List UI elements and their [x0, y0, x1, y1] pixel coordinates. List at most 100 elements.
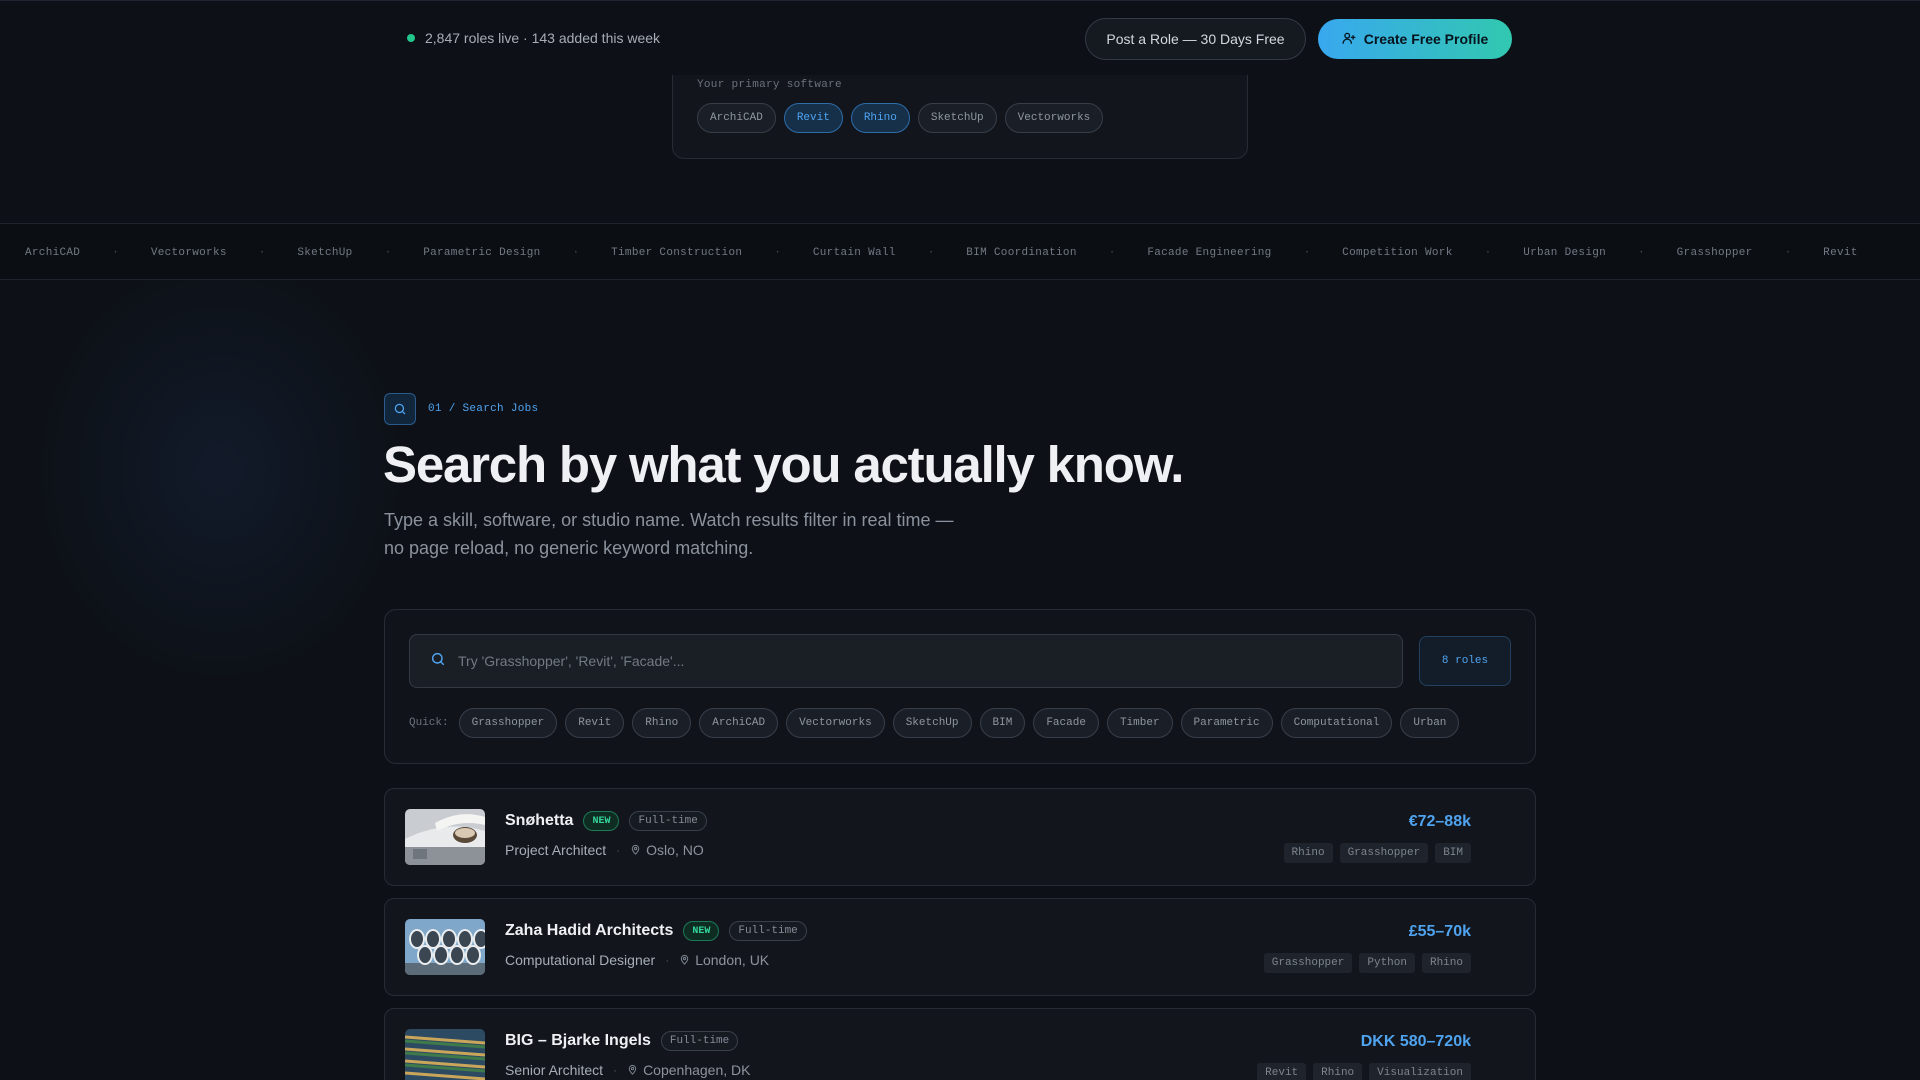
- software-picker-label: Your primary software: [697, 79, 842, 91]
- ticker-separator: ·: [572, 246, 580, 259]
- user-plus-icon: [1342, 31, 1356, 48]
- new-badge: NEW: [583, 811, 620, 831]
- job-location-text: Oslo, NO: [646, 842, 704, 858]
- meta-separator: ·: [616, 843, 621, 857]
- meta-separator: ·: [665, 953, 670, 967]
- ticker-item: Parametric Design: [423, 246, 541, 259]
- job-meta: Project Architect · Oslo, NO: [505, 842, 704, 858]
- ticker-item: Revit: [1823, 246, 1858, 259]
- location-pin-icon: [679, 952, 690, 968]
- ticker-item: BIM Coordination: [966, 246, 1077, 259]
- quick-filter-bim[interactable]: BIM: [979, 708, 1026, 738]
- location-pin-icon: [627, 1062, 638, 1078]
- quick-filters: Quick: Grasshopper Revit Rhino ArchiCAD Vect…: [409, 708, 1460, 738]
- software-chip-revit[interactable]: Revit: [783, 103, 843, 133]
- job-role: Computational Designer: [505, 952, 656, 968]
- job-salary: €72–88k: [1408, 813, 1471, 830]
- page: 2,847 roles live · 143 added this week P…: [0, 0, 1920, 1080]
- quick-filter-grasshopper[interactable]: Grasshopper: [458, 708, 558, 738]
- skill-tag: Rhino: [1421, 953, 1471, 973]
- skill-tag: Revit: [1257, 1063, 1307, 1080]
- results-count-badge: 8 roles: [1419, 636, 1511, 686]
- ticker-separator: ·: [774, 246, 781, 259]
- ticker-item: SketchUp: [297, 246, 353, 259]
- quick-filter-urban[interactable]: Urban: [1400, 708, 1460, 738]
- job-skills: Grasshopper Python Rhino: [1263, 953, 1471, 973]
- job-location-text: Copenhagen, DK: [643, 1062, 751, 1078]
- search-icon: [430, 651, 446, 672]
- studio-thumbnail: [405, 809, 485, 865]
- quick-filters-label: Quick:: [409, 717, 449, 729]
- search-field[interactable]: [409, 634, 1403, 688]
- quick-filter-facade[interactable]: Facade: [1033, 708, 1099, 738]
- job-meta: Computational Designer · London, UK: [505, 952, 769, 968]
- studio-name[interactable]: Snøhetta: [505, 812, 573, 830]
- studio-name[interactable]: Zaha Hadid Architects: [505, 922, 673, 940]
- job-role: Project Architect: [505, 842, 607, 858]
- job-skills: Revit Rhino Visualization: [1257, 1063, 1471, 1080]
- quick-filter-rhino[interactable]: Rhino: [632, 708, 692, 738]
- quick-filter-computational[interactable]: Computational: [1280, 708, 1393, 738]
- quick-filter-parametric[interactable]: Parametric: [1180, 708, 1273, 738]
- post-role-button[interactable]: Post a Role — 30 Days Free: [1085, 18, 1306, 60]
- live-status-text: 2,847 roles live · 143 added this week: [425, 30, 661, 46]
- employment-type-badge: Full-time: [660, 1031, 739, 1051]
- job-skills: Rhino Grasshopper BIM: [1283, 843, 1471, 863]
- studio-thumbnail: [405, 919, 485, 975]
- live-indicator-dot: [407, 34, 415, 42]
- employment-type-badge: Full-time: [629, 811, 707, 831]
- skill-tag: Visualization: [1369, 1063, 1471, 1080]
- ticker-item: Grasshopper: [1676, 246, 1753, 259]
- skill-tag: Python: [1359, 953, 1415, 973]
- job-location: London, UK: [679, 952, 769, 968]
- job-title-row: Snøhetta NEW Full-time: [505, 811, 707, 831]
- quick-filter-revit[interactable]: Revit: [565, 708, 625, 738]
- ticker-separator: ·: [1638, 246, 1645, 259]
- section-eyebrow-text: 01 / Search Jobs: [428, 403, 539, 415]
- ticker-item: Timber Construction: [611, 246, 743, 259]
- job-card[interactable]: Snøhetta NEW Full-time Project Architect · Os…: [384, 788, 1536, 886]
- ticker-separator: ·: [1108, 246, 1116, 259]
- quick-filter-sketchup[interactable]: SketchUp: [892, 708, 972, 738]
- skill-tag: Rhino: [1283, 843, 1333, 863]
- top-bar: 2,847 roles live · 143 added this week P…: [0, 0, 1920, 75]
- job-location: Oslo, NO: [630, 842, 704, 858]
- software-chip-archicad[interactable]: ArchiCAD: [697, 103, 776, 133]
- skill-tag: Grasshopper: [1339, 843, 1429, 863]
- job-location: Copenhagen, DK: [627, 1062, 750, 1078]
- section-eyebrow: 01 / Search Jobs: [384, 393, 538, 425]
- software-options: ArchiCAD Revit Rhino SketchUp Vectorworks: [697, 103, 1104, 133]
- software-picker-panel: Your primary software ArchiCAD Revit Rhino…: [672, 75, 1248, 159]
- subtitle-line-1: Type a skill, software, or studio name. …: [384, 510, 954, 530]
- ticker-track: ArchiCAD · Vectorworks · SketchUp · Parametric…: [25, 224, 1858, 281]
- studio-name[interactable]: BIG – Bjarke Ingels: [505, 1032, 651, 1050]
- ticker-separator: ·: [1484, 246, 1492, 259]
- subtitle-line-2: no page reload, no generic keyword match…: [384, 538, 754, 558]
- job-card[interactable]: BIG – Bjarke Ingels Full-time Senior Archi…: [384, 1008, 1536, 1080]
- software-chip-rhino[interactable]: Rhino: [850, 103, 910, 133]
- ticker-separator: ·: [927, 246, 935, 259]
- job-location-text: London, UK: [695, 952, 770, 968]
- search-input[interactable]: [458, 653, 1358, 669]
- search-icon: [384, 393, 416, 425]
- employment-type-badge: Full-time: [729, 921, 807, 941]
- search-panel: 8 roles Quick: GrasshopperRevitRhinoArch…: [384, 609, 1536, 764]
- studio-thumbnail: [405, 1029, 485, 1080]
- ticker-item: Vectorworks: [150, 246, 227, 259]
- software-chip-sketchup[interactable]: SketchUp: [917, 103, 997, 133]
- ticker-separator: ·: [1303, 246, 1311, 259]
- ticker-item: ArchiCAD: [25, 246, 81, 259]
- create-profile-button[interactable]: Create Free Profile: [1318, 19, 1512, 59]
- software-chip-vectorworks[interactable]: Vectorworks: [1004, 103, 1104, 133]
- quick-filter-archicad[interactable]: ArchiCAD: [699, 708, 779, 738]
- ticker-separator: ·: [1784, 246, 1792, 259]
- quick-filter-timber[interactable]: Timber: [1106, 708, 1173, 738]
- create-profile-label: Create Free Profile: [1363, 31, 1489, 47]
- meta-separator: ·: [613, 1063, 618, 1077]
- job-title-row: BIG – Bjarke Ingels Full-time: [505, 1031, 739, 1051]
- quick-filter-vectorworks[interactable]: Vectorworks: [786, 708, 885, 738]
- job-role: Senior Architect: [505, 1062, 604, 1078]
- job-meta: Senior Architect · Copenhagen, DK: [505, 1062, 750, 1078]
- ticker-item: Competition Work: [1342, 246, 1453, 259]
- job-card[interactable]: Zaha Hadid Architects NEW Full-time Computa…: [384, 898, 1536, 996]
